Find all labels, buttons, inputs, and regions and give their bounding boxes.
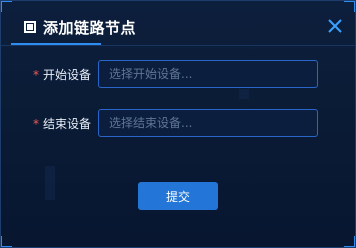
required-mark: * — [32, 117, 39, 131]
dialog-title: 添加链路节点 — [43, 19, 137, 37]
dialog-header: 添加链路节点 — [1, 1, 355, 46]
background-decoration — [45, 166, 55, 200]
close-icon[interactable] — [327, 18, 343, 34]
corner-decoration — [1, 236, 12, 247]
background-decoration — [239, 89, 249, 99]
required-mark: * — [32, 68, 39, 82]
start-device-row: * 开始设备 — [1, 60, 355, 88]
header-underline — [11, 43, 101, 45]
end-device-label: * 结束设备 — [33, 115, 91, 132]
end-device-label-text: 结束设备 — [42, 117, 91, 131]
square-icon — [24, 21, 36, 33]
start-device-label-text: 开始设备 — [42, 68, 91, 82]
corner-decoration — [344, 236, 355, 247]
submit-button[interactable]: 提交 — [138, 182, 218, 210]
start-device-select[interactable] — [98, 60, 318, 88]
end-device-select[interactable] — [98, 109, 318, 137]
add-link-node-dialog: 添加链路节点 *开始设备 *结束设备 提交 — [0, 0, 356, 248]
end-device-row: * 结束设备 — [1, 109, 355, 137]
start-device-label: * 开始设备 — [33, 66, 91, 83]
